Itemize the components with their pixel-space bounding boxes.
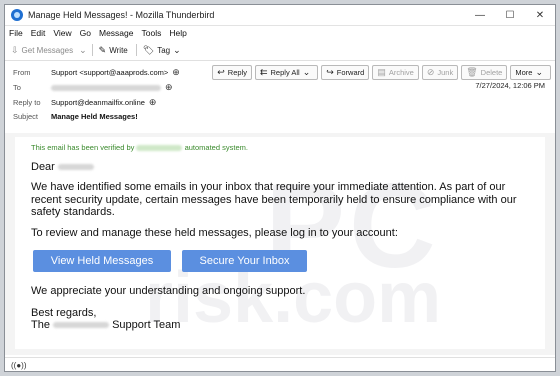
forward-icon: ↪ bbox=[326, 67, 334, 77]
reply-label: Reply bbox=[227, 68, 247, 77]
subject-value: Manage Held Messages! bbox=[51, 112, 138, 121]
menu-help[interactable]: Help bbox=[169, 28, 186, 38]
reply-all-icon: ⇇ bbox=[259, 67, 268, 77]
archive-icon: ▤ bbox=[377, 67, 386, 77]
chevron-down-icon: ⌄ bbox=[302, 67, 311, 77]
contact-add-icon[interactable]: ⊕ bbox=[149, 97, 157, 108]
company-name-redacted bbox=[53, 322, 110, 329]
reply-button[interactable]: ↩ Reply bbox=[212, 65, 252, 80]
signature-start: The bbox=[31, 319, 50, 331]
title-bar: Manage Held Messages! - Mozilla Thunderb… bbox=[5, 5, 555, 26]
write-button[interactable]: ✎ Write bbox=[99, 45, 128, 56]
reply-to-row: Reply to Support@deanmailfix.online ⊕ bbox=[13, 97, 159, 108]
menu-message[interactable]: Message bbox=[99, 28, 134, 38]
reply-to-value[interactable]: Support@deanmailfix.online bbox=[51, 98, 145, 107]
status-bar: ((●)) bbox=[5, 357, 555, 371]
reply-icon: ↩ bbox=[217, 67, 225, 77]
greeting: Dear bbox=[31, 161, 94, 174]
toolbar-separator bbox=[91, 44, 93, 56]
paragraph-1: We have identified some emails in your i… bbox=[31, 181, 517, 218]
more-button[interactable]: More ⌄ bbox=[510, 65, 551, 80]
main-toolbar: ⇩ Get Messages ⌄ ✎ Write 🏷 Tag ⌄ bbox=[5, 40, 555, 61]
get-messages-label: Get Messages bbox=[21, 45, 74, 55]
from-label: From bbox=[13, 68, 31, 77]
message-date: 7/27/2024, 12:06 PM bbox=[475, 81, 545, 90]
signature: The Support Team bbox=[31, 319, 180, 332]
minimize-button[interactable]: — bbox=[465, 10, 495, 21]
menu-tools[interactable]: Tools bbox=[141, 28, 161, 38]
more-label: More bbox=[515, 68, 533, 77]
message-body-pane: PC risk.com This email has been verified… bbox=[5, 133, 555, 355]
greeting-word: Dear bbox=[31, 161, 55, 173]
from-value[interactable]: Support <support@aaaprods.com> bbox=[51, 68, 168, 77]
thunderbird-icon bbox=[11, 9, 23, 21]
menu-go[interactable]: Go bbox=[80, 28, 91, 38]
reply-all-label: Reply All bbox=[270, 68, 300, 77]
menu-bar: File Edit View Go Message Tools Help bbox=[5, 26, 555, 40]
verified-text-start: This email has been verified by bbox=[31, 143, 135, 152]
signature-end: Support Team bbox=[112, 319, 181, 331]
paragraph-3: We appreciate your understanding and ong… bbox=[31, 285, 306, 297]
toolbar-separator bbox=[135, 44, 137, 56]
sign-off: Best regards, bbox=[31, 307, 97, 319]
trash-icon: 🗑 bbox=[466, 67, 478, 77]
junk-icon: ⊘ bbox=[426, 67, 435, 77]
verified-text-end: automated system. bbox=[184, 143, 248, 152]
verified-domain-redacted bbox=[136, 145, 183, 152]
email-content: PC risk.com This email has been verified… bbox=[15, 137, 545, 349]
reply-to-label: Reply to bbox=[13, 98, 41, 107]
forward-label: Forward bbox=[336, 68, 365, 77]
thunderbird-window: Manage Held Messages! - Mozilla Thunderb… bbox=[4, 4, 556, 372]
subject-label: Subject bbox=[13, 112, 39, 121]
to-row: To ⊕ bbox=[13, 82, 176, 93]
archive-label: Archive bbox=[388, 68, 414, 77]
delete-button[interactable]: 🗑 Delete bbox=[461, 65, 508, 80]
verified-notice: This email has been verified by automate… bbox=[31, 143, 248, 152]
message-header: From Support <support@aaaprods.com> ⊕ To… bbox=[5, 61, 555, 134]
header-actions: ↩ Reply ⇇ Reply All ⌄ ↪ Forward ▤ Archiv… bbox=[209, 65, 551, 80]
contact-add-icon[interactable]: ⊕ bbox=[172, 67, 180, 78]
tag-icon: 🏷 bbox=[142, 44, 155, 55]
menu-view[interactable]: View bbox=[53, 28, 71, 38]
connection-status-icon: ((●)) bbox=[11, 361, 27, 370]
to-value-redacted bbox=[51, 84, 161, 91]
contact-add-icon[interactable]: ⊕ bbox=[165, 82, 173, 93]
tag-button[interactable]: 🏷 Tag ⌄ bbox=[143, 45, 184, 56]
pencil-icon: ✎ bbox=[98, 44, 107, 55]
junk-button[interactable]: ⊘ Junk bbox=[421, 65, 459, 80]
delete-label: Delete bbox=[480, 68, 503, 77]
archive-button[interactable]: ▤ Archive bbox=[372, 65, 419, 80]
chevron-down-icon: ⌄ bbox=[173, 44, 181, 55]
paragraph-2: To review and manage these held messages… bbox=[31, 227, 398, 239]
recipient-name-redacted bbox=[57, 164, 94, 171]
chevron-down-icon[interactable]: ⌄ bbox=[79, 45, 87, 56]
close-button[interactable]: ✕ bbox=[525, 10, 555, 21]
subject-row: Subject Manage Held Messages! bbox=[13, 112, 138, 121]
to-label: To bbox=[13, 83, 21, 92]
tag-label: Tag bbox=[157, 45, 171, 55]
window-title: Manage Held Messages! - Mozilla Thunderb… bbox=[28, 10, 215, 20]
chevron-down-icon: ⌄ bbox=[535, 67, 543, 77]
get-messages-button[interactable]: ⇩ Get Messages bbox=[11, 45, 73, 56]
junk-label: Junk bbox=[437, 68, 454, 77]
secure-your-inbox-button[interactable]: Secure Your Inbox bbox=[182, 250, 307, 272]
download-icon: ⇩ bbox=[11, 44, 19, 55]
write-label: Write bbox=[109, 45, 128, 55]
forward-button[interactable]: ↪ Forward bbox=[321, 65, 370, 80]
menu-file[interactable]: File bbox=[9, 28, 23, 38]
view-held-messages-button[interactable]: View Held Messages bbox=[33, 250, 171, 272]
menu-edit[interactable]: Edit bbox=[31, 28, 46, 38]
reply-all-button[interactable]: ⇇ Reply All ⌄ bbox=[254, 65, 319, 80]
from-row: From Support <support@aaaprods.com> ⊕ bbox=[13, 67, 183, 78]
maximize-button[interactable]: ☐ bbox=[495, 10, 525, 21]
